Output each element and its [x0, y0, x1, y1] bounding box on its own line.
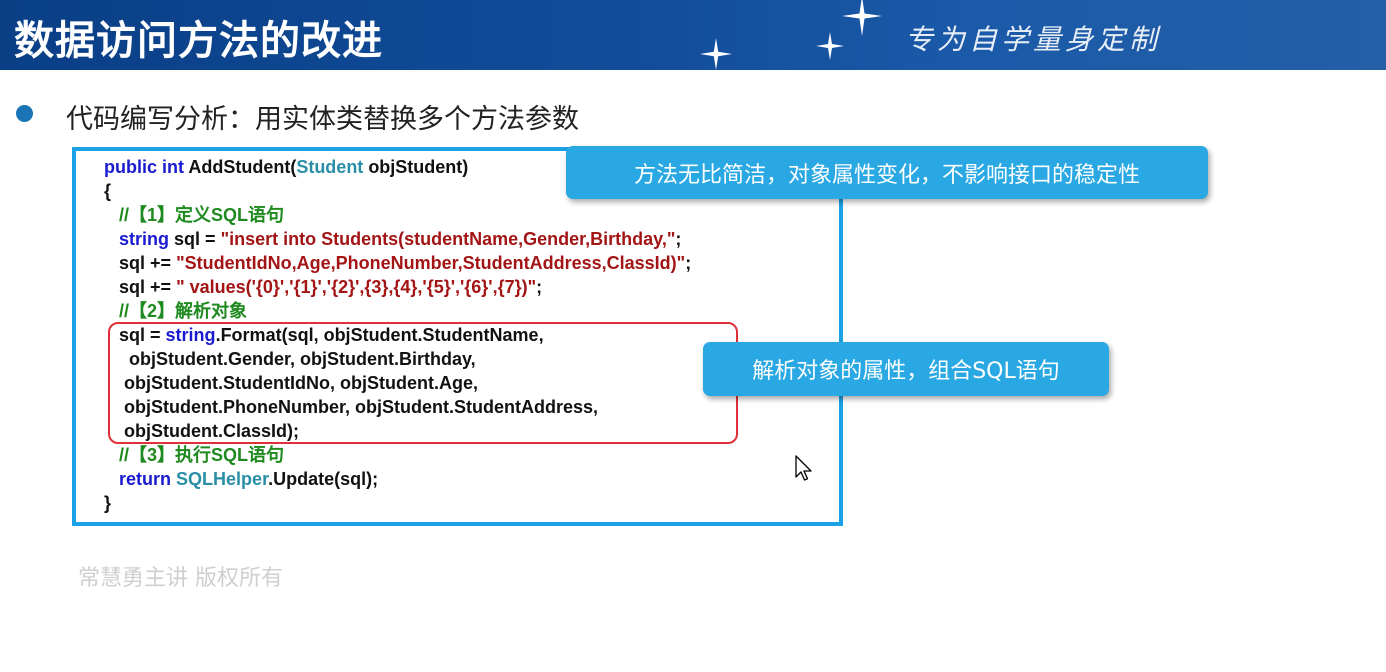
- code-line-return: return SQLHelper.Update(sql);: [119, 469, 378, 489]
- code-text: objStudent): [363, 157, 469, 177]
- code-keyword: public int: [104, 157, 184, 177]
- code-text: sql +=: [119, 277, 177, 297]
- code-comment-1: //【1】定义SQL语句: [119, 205, 285, 225]
- code-text: AddStudent(: [184, 157, 297, 177]
- callout-text: 方法无比简洁，对象属性变化，不影响接口的稳定性: [633, 162, 1140, 188]
- code-comment-3: //【3】执行SQL语句: [119, 445, 285, 465]
- bullet-dot-icon: [16, 105, 33, 122]
- code-close-brace: }: [104, 493, 112, 513]
- code-open-brace: {: [104, 181, 112, 201]
- star-icon: [816, 32, 844, 60]
- code-keyword: string: [119, 229, 170, 249]
- footer-copyright: 常慧勇主讲 版权所有: [78, 566, 283, 591]
- code-line-sql2: sql += "StudentIdNo,Age,PhoneNumber,Stud…: [119, 253, 691, 273]
- code-string: "StudentIdNo,Age,PhoneNumber,StudentAddr…: [176, 253, 686, 273]
- code-string: " values('{0}','{1}','{2}',{3},{4},'{5}'…: [176, 277, 537, 297]
- code-text: ;: [685, 253, 692, 273]
- bullet-text: 代码编写分析：用实体类替换多个方法参数: [66, 104, 579, 135]
- code-type: SQLHelper: [176, 469, 269, 489]
- code-text: .Update(sql);: [268, 469, 379, 489]
- format-highlight-box: [108, 322, 738, 444]
- code-comment-2: //【2】解析对象: [119, 301, 248, 321]
- code-string: "insert into Students(studentName,Gender…: [220, 229, 676, 249]
- code-type: Student: [296, 157, 364, 177]
- code-keyword: return: [119, 469, 172, 489]
- code-text: ;: [536, 277, 543, 297]
- code-text: sql =: [169, 229, 221, 249]
- star-icon: [700, 38, 732, 70]
- title-bar: 数据访问方法的改进 专为自学量身定制: [0, 0, 1386, 70]
- code-line-sql1: string sql = "insert into Students(stude…: [119, 229, 681, 249]
- callout-text: 解析对象的属性，组合SQL语句: [752, 359, 1060, 384]
- slogan: 专为自学量身定制: [905, 23, 1162, 56]
- slide-title: 数据访问方法的改进: [14, 18, 383, 64]
- code-text: sql +=: [119, 253, 177, 273]
- code-line-sql3: sql += " values('{0}','{1}','{2}',{3},{4…: [119, 277, 542, 297]
- code-text: ;: [675, 229, 682, 249]
- callout-interface-stability: 方法无比简洁，对象属性变化，不影响接口的稳定性: [566, 146, 1208, 199]
- callout-parse-object: 解析对象的属性，组合SQL语句: [703, 342, 1109, 396]
- mouse-cursor-icon: [795, 455, 812, 481]
- code-line-signature: public int AddStudent(Student objStudent…: [104, 157, 468, 177]
